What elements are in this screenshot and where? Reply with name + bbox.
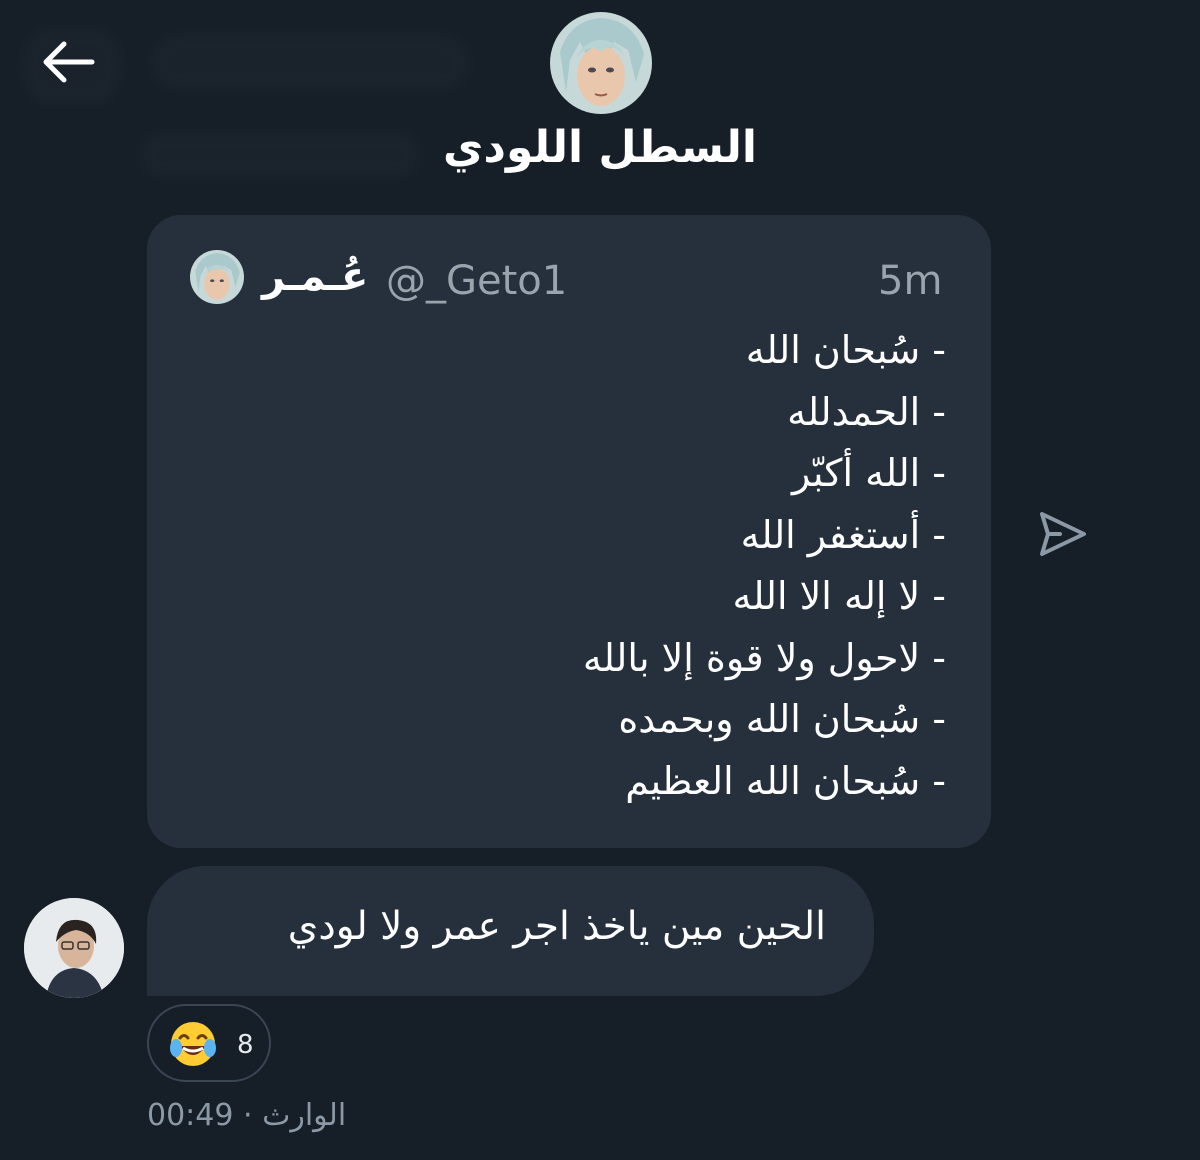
quoted-post-text: - سُبحان الله - الحمدلله - الله أكبّر - … (583, 320, 946, 812)
quoted-post-line: - أستغفر الله (740, 512, 946, 557)
back-button[interactable] (28, 22, 108, 102)
quoted-post-line: - الله أكبّر (791, 451, 946, 495)
quoted-post-time: 5m (878, 258, 943, 304)
quoted-post-line: - سُبحان الله (745, 328, 946, 372)
arrow-left-icon (43, 41, 95, 83)
quoted-post-line: - سُبحان الله وبحمده (618, 697, 946, 741)
share-post-button[interactable] (1032, 504, 1092, 564)
quoted-post-line: - لا إله الا الله (732, 574, 946, 618)
quoted-post-line: - الحمدلله (787, 389, 946, 434)
quoted-post-line: - سُبحان الله العظيم (625, 758, 946, 803)
quoted-author-name[interactable]: عُـمـر (262, 254, 368, 300)
group-avatar[interactable] (550, 12, 652, 114)
send-icon (1040, 512, 1086, 556)
user-photo-icon (24, 898, 124, 998)
sender-avatar[interactable] (24, 898, 124, 998)
anime-avatar-icon (550, 12, 652, 114)
group-title[interactable]: السطل اللودي (300, 122, 900, 173)
meta-separator: · (243, 1098, 253, 1133)
message-bubble[interactable]: الحين مين ياخذ اجر عمر ولا لودي (147, 866, 874, 996)
reaction-count: 8 (237, 1030, 254, 1060)
tears-of-joy-emoji-icon (167, 1018, 219, 1070)
reaction-chip[interactable]: 8 (147, 1004, 271, 1082)
anime-avatar-icon (190, 250, 244, 304)
message-time: 00:49 (147, 1098, 234, 1133)
blurred-background-element (150, 34, 470, 90)
message-sender-name: الوارث (262, 1098, 347, 1133)
quoted-author-avatar[interactable] (190, 250, 244, 304)
quoted-author-handle[interactable]: @_Geto1 (386, 258, 567, 304)
message-meta: الوارث · 00:49 (147, 1098, 346, 1133)
quoted-post-line: - لاحول ولا قوة إلا بالله (582, 635, 946, 680)
message-text: الحين مين ياخذ اجر عمر ولا لودي (287, 904, 826, 949)
